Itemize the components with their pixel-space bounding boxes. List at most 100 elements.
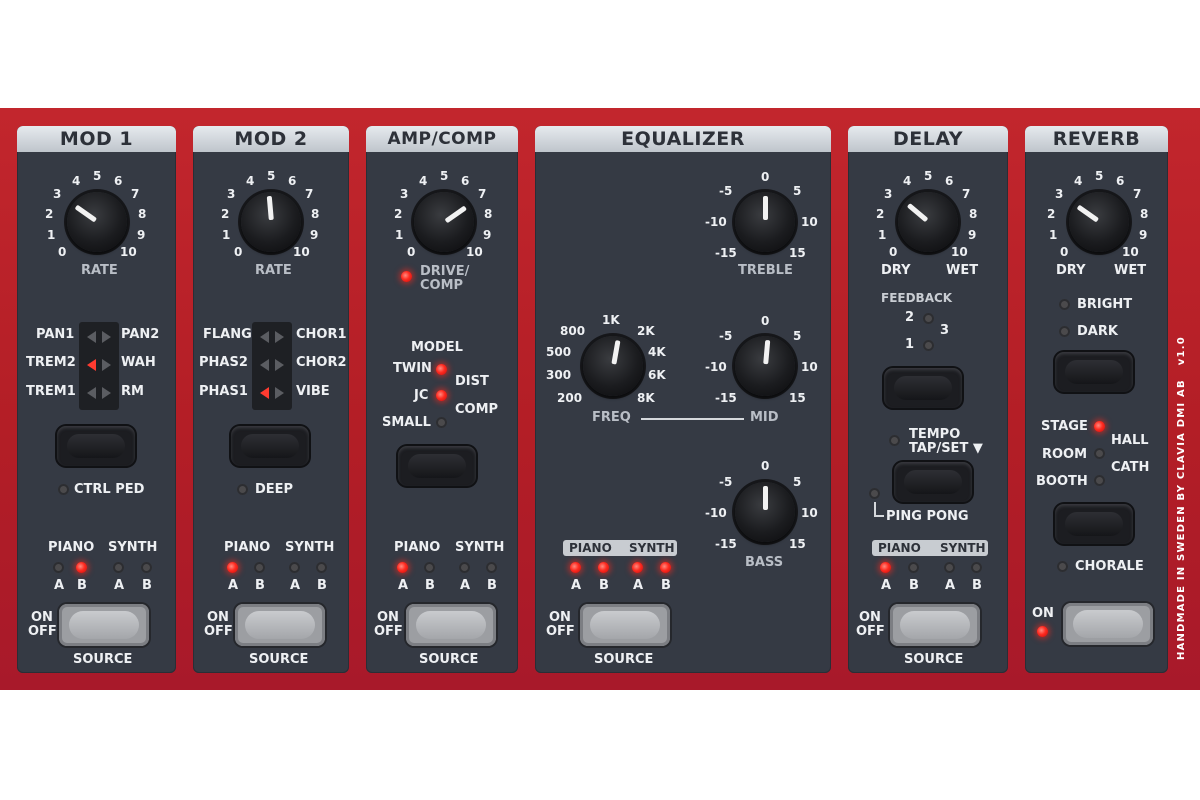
amp-synth-a-led	[459, 562, 470, 573]
amp-scale-0: 0	[407, 245, 416, 259]
reverb-chorale-label: CHORALE	[1075, 559, 1144, 574]
delay-wet-label: WET	[946, 263, 979, 278]
mod2-off-label: OFF	[204, 624, 233, 639]
mod1-scale-5: 5	[93, 169, 102, 183]
amp-twin-label: TWIN	[393, 361, 432, 376]
eq-bass-knob[interactable]	[735, 482, 795, 542]
reverb-onoff-button[interactable]	[1063, 603, 1153, 645]
eq-piano-a: A	[571, 578, 582, 593]
eq-freq-label: FREQ	[592, 410, 631, 425]
mod1-onoff-button[interactable]	[59, 604, 149, 646]
amp-onoff-button[interactable]	[406, 604, 496, 646]
mod2-piano-b-led	[254, 562, 265, 573]
delay-off-label: OFF	[856, 624, 885, 639]
eq-source-label: SOURCE	[594, 652, 654, 667]
ampcomp-section: AMP/COMP 0 1 2 3 4 5 6 7 8 9 10 DRIVE/ C…	[366, 126, 518, 673]
amp-piano-a-led	[397, 562, 408, 573]
mod2-onoff-button[interactable]	[235, 604, 325, 646]
bass-scale-10: 10	[801, 506, 818, 520]
reverb-stage-label: STAGE	[1041, 419, 1088, 434]
mod1-select-button[interactable]	[57, 426, 135, 466]
amp-dist-label: DIST	[455, 374, 489, 389]
reverb-scale-9: 9	[1139, 228, 1148, 242]
mod2-synth-b: B	[317, 578, 327, 593]
eq-freq-knob[interactable]	[583, 336, 643, 396]
delay-title: DELAY	[848, 126, 1008, 152]
reverb-booth-led	[1094, 475, 1105, 486]
amp-drive-label: DRIVE/ COMP	[420, 265, 469, 293]
freq-scale-8k: 8K	[637, 391, 655, 405]
mod2-wave-phas1: PHAS1	[199, 384, 248, 399]
reverb-scale-8: 8	[1140, 207, 1149, 221]
mod2-rate-knob[interactable]	[241, 192, 301, 252]
delay-pingpong-bracket-h	[874, 515, 884, 517]
reverb-scale-1: 1	[1049, 228, 1058, 242]
mod2-wave-chor2: CHOR2	[296, 355, 347, 370]
amp-on-label: ON	[377, 610, 399, 625]
mod2-scale-6: 6	[288, 174, 297, 188]
amp-piano-b-led	[424, 562, 435, 573]
reverb-tone-button[interactable]	[1055, 352, 1133, 392]
delay-scale-3: 3	[884, 187, 893, 201]
mod2-scale-7: 7	[305, 187, 314, 201]
mod1-piano-label: PIANO	[48, 540, 95, 555]
eq-mid-knob[interactable]	[735, 336, 795, 396]
amp-model-button[interactable]	[398, 446, 476, 486]
mod1-wave-indicator	[79, 322, 119, 410]
mod1-synth-b-led	[141, 562, 152, 573]
amp-jc-label: JC	[414, 388, 429, 403]
mod1-wave-trem2: TREM2	[26, 355, 76, 370]
treble-scale-10: 10	[801, 215, 818, 229]
mod1-section: MOD 1 0 1 2 3 4 5 6 7 8 9 10 RATE PAN1 T…	[17, 126, 176, 673]
reverb-mix-knob[interactable]	[1069, 192, 1129, 252]
amp-synth-b-led	[486, 562, 497, 573]
eq-treble-knob[interactable]	[735, 192, 795, 252]
eq-mid-label: MID	[750, 410, 779, 425]
mod2-wave-vibe: VIBE	[296, 384, 330, 399]
mod2-scale-2: 2	[221, 207, 230, 221]
eq-onoff-button[interactable]	[580, 604, 670, 646]
amp-off-label: OFF	[374, 624, 403, 639]
reverb-booth-label: BOOTH	[1036, 474, 1088, 489]
amp-scale-3: 3	[400, 187, 409, 201]
delay-piano-b-led	[908, 562, 919, 573]
mod2-wave-indicator	[252, 322, 292, 410]
reverb-dry-label: DRY	[1056, 263, 1086, 278]
reverb-dark-label: DARK	[1077, 324, 1118, 339]
mod2-synth-label: SYNTH	[285, 540, 335, 555]
reverb-bright-label: BRIGHT	[1077, 297, 1133, 312]
eq-synth-b: B	[661, 578, 671, 593]
reverb-type-button[interactable]	[1055, 504, 1133, 544]
mod1-scale-4: 4	[72, 174, 81, 188]
mod2-scale-4: 4	[246, 174, 255, 188]
delay-mix-knob[interactable]	[898, 192, 958, 252]
mod2-select-button[interactable]	[231, 426, 309, 466]
delay-piano-a-led	[880, 562, 891, 573]
delay-onoff-button[interactable]	[890, 604, 980, 646]
delay-piano-label: PIANO	[878, 541, 921, 555]
eq-source-bar: PIANO SYNTH	[563, 540, 677, 556]
amp-piano-a: A	[398, 578, 409, 593]
delay-scale-1: 1	[878, 228, 887, 242]
mod2-piano-a: A	[228, 578, 239, 593]
delay-scale-0: 0	[889, 245, 898, 259]
mod1-piano-a: A	[54, 578, 65, 593]
delay-tapset-button[interactable]	[894, 462, 972, 502]
amp-scale-9: 9	[483, 228, 492, 242]
amp-twin-led	[436, 364, 447, 375]
amp-drive-knob[interactable]	[414, 192, 474, 252]
delay-pingpong-led	[869, 488, 880, 499]
mod2-scale-8: 8	[311, 207, 320, 221]
mod2-source-label: SOURCE	[249, 652, 309, 667]
mod1-rate-knob[interactable]	[67, 192, 127, 252]
delay-feedback-button[interactable]	[884, 368, 962, 408]
mod1-ctrlped-label: CTRL PED	[74, 482, 145, 497]
amp-comp-label: COMP	[455, 402, 499, 417]
mid-scale-5: 5	[793, 329, 802, 343]
delay-scale-2: 2	[876, 207, 885, 221]
delay-piano-b: B	[909, 578, 919, 593]
mod1-wave-trem1: TREM1	[26, 384, 76, 399]
bass-scale-5: 5	[793, 475, 802, 489]
reverb-chorale-led	[1057, 561, 1068, 572]
amp-jc-led	[436, 390, 447, 401]
